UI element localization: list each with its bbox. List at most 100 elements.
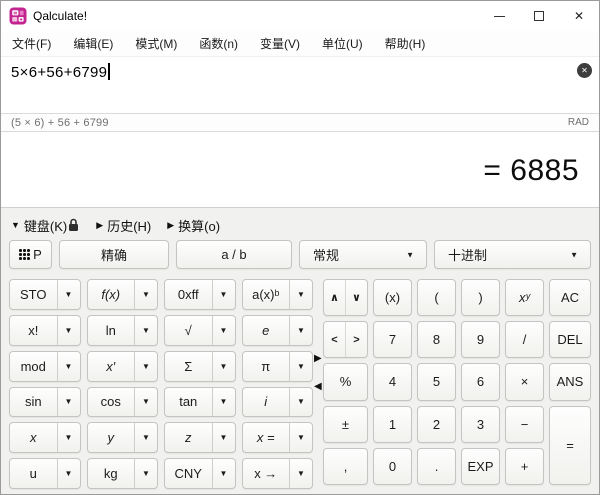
- key-pi[interactable]: π ▼: [241, 350, 313, 382]
- key-paren-open[interactable]: (: [417, 279, 456, 317]
- key-equals[interactable]: =: [549, 405, 591, 485]
- menu-file[interactable]: 文件(F): [1, 31, 62, 57]
- menu-help[interactable]: 帮助(H): [374, 31, 437, 57]
- key-digit-7[interactable]: 7: [373, 321, 412, 359]
- key-imaginary-face[interactable]: i: [243, 388, 290, 417]
- key-digit-2[interactable]: 2: [417, 405, 456, 443]
- key-digit-6[interactable]: 6: [461, 363, 500, 401]
- key-digit-4[interactable]: 4: [373, 363, 412, 401]
- history-toggle[interactable]: ▶ 历史(H): [96, 216, 151, 235]
- panel-expand-right-arrow[interactable]: ▶: [314, 354, 322, 364]
- key-pi-menu-arrow[interactable]: ▼: [289, 351, 312, 381]
- key-ans[interactable]: ANS: [549, 363, 591, 401]
- key-digit-8[interactable]: 8: [417, 321, 456, 359]
- maximize-button[interactable]: [519, 1, 559, 31]
- key-digit-9[interactable]: 9: [461, 321, 500, 359]
- key-ln-menu-arrow[interactable]: ▼: [134, 315, 157, 345]
- key-factorial-face[interactable]: x!: [10, 316, 57, 345]
- key-pi-face[interactable]: π: [243, 352, 290, 381]
- convert-toggle[interactable]: ▶ 换算(o): [167, 216, 220, 235]
- key-hex-menu-arrow[interactable]: ▼: [211, 280, 235, 309]
- close-button[interactable]: ✕: [559, 1, 599, 31]
- key-parenthesize[interactable]: (x): [373, 279, 412, 317]
- angle-mode-indicator[interactable]: RAD: [568, 117, 599, 128]
- key-plus-minus[interactable]: ±: [323, 405, 368, 443]
- key-sum-face[interactable]: Σ: [165, 352, 212, 381]
- key-function[interactable]: f(x) ▼: [86, 279, 158, 310]
- key-sqrt-face[interactable]: √: [165, 316, 212, 345]
- key-comma[interactable]: ,: [323, 447, 368, 485]
- expression-input[interactable]: 5×6+56+6799 ✕: [2, 57, 599, 113]
- exact-mode-button[interactable]: 精确: [59, 240, 169, 269]
- key-e-face[interactable]: e: [243, 316, 290, 345]
- key-ln-face[interactable]: ln: [88, 316, 135, 345]
- key-exp-base[interactable]: a(x)ᵇ ▼: [241, 279, 313, 310]
- key-percent[interactable]: %: [323, 363, 368, 401]
- fraction-mode-button[interactable]: a / b: [176, 240, 292, 269]
- key-multiply[interactable]: ×: [505, 363, 544, 401]
- key-derivative[interactable]: x′ ▼: [86, 350, 158, 382]
- key-power[interactable]: xʸ: [505, 279, 544, 317]
- key-sin[interactable]: sin ▼: [9, 386, 81, 418]
- key-mod[interactable]: mod ▼: [9, 350, 81, 382]
- menu-edit[interactable]: 编辑(E): [62, 31, 124, 57]
- key-var-y-menu-arrow[interactable]: ▼: [134, 423, 157, 453]
- minimize-button[interactable]: [479, 1, 519, 31]
- nav-up-button[interactable]: ∧: [324, 280, 345, 315]
- key-derivative-face[interactable]: x′: [88, 352, 135, 381]
- key-derivative-menu-arrow[interactable]: ▼: [134, 351, 157, 381]
- key-convert-to[interactable]: x → ▼: [241, 458, 313, 489]
- key-sin-menu-arrow[interactable]: ▼: [56, 387, 80, 417]
- clear-input-button[interactable]: ✕: [577, 63, 592, 78]
- key-paren-close[interactable]: ): [461, 279, 500, 317]
- key-digit-0[interactable]: 0: [373, 447, 412, 485]
- key-mod-face[interactable]: mod: [10, 352, 57, 381]
- number-format-dropdown[interactable]: 常规 ▼: [299, 240, 427, 269]
- key-unit-u-face[interactable]: u: [10, 459, 57, 488]
- key-sqrt-menu-arrow[interactable]: ▼: [211, 315, 235, 345]
- key-imaginary[interactable]: i ▼: [241, 386, 313, 418]
- key-currency-cny[interactable]: CNY ▼: [164, 458, 236, 489]
- key-function-menu-arrow[interactable]: ▼: [134, 280, 157, 309]
- key-convert-to-menu-arrow[interactable]: ▼: [289, 459, 312, 488]
- key-divide[interactable]: /: [505, 321, 544, 359]
- number-base-dropdown[interactable]: 十进制 ▼: [434, 240, 591, 269]
- programming-keypad-button[interactable]: P: [9, 240, 52, 269]
- nav-down-button[interactable]: ∨: [345, 280, 367, 316]
- key-decimal-point[interactable]: .: [417, 447, 456, 485]
- menu-units[interactable]: 单位(U): [311, 31, 374, 57]
- key-ac[interactable]: AC: [549, 279, 591, 317]
- key-solve[interactable]: x = ▼: [241, 422, 313, 454]
- key-var-x-menu-arrow[interactable]: ▼: [56, 423, 80, 453]
- key-sto-face[interactable]: STO: [10, 280, 57, 309]
- key-function-face[interactable]: f(x): [88, 280, 135, 309]
- key-digit-5[interactable]: 5: [417, 363, 456, 401]
- key-plus[interactable]: +: [505, 447, 544, 485]
- key-exp-base-menu-arrow[interactable]: ▼: [289, 280, 312, 309]
- key-digit-1[interactable]: 1: [373, 405, 412, 443]
- key-delete[interactable]: DEL: [549, 321, 591, 359]
- keep-above-lock-icon[interactable]: [67, 218, 80, 232]
- key-mod-menu-arrow[interactable]: ▼: [56, 351, 80, 381]
- key-exp[interactable]: EXP: [461, 447, 500, 485]
- key-digit-3[interactable]: 3: [461, 405, 500, 443]
- panel-expand-left-arrow[interactable]: ◀: [314, 382, 322, 392]
- key-unit-kg[interactable]: kg ▼: [86, 458, 158, 489]
- key-sin-face[interactable]: sin: [10, 388, 57, 417]
- key-factorial-menu-arrow[interactable]: ▼: [56, 315, 80, 345]
- key-tan-face[interactable]: tan: [165, 388, 212, 417]
- key-factorial[interactable]: x! ▼: [9, 314, 81, 346]
- key-sum[interactable]: Σ ▼: [164, 350, 236, 382]
- nav-right-button[interactable]: >: [345, 322, 367, 358]
- key-cos-menu-arrow[interactable]: ▼: [134, 387, 157, 417]
- key-hex[interactable]: 0xff ▼: [164, 279, 236, 310]
- key-cos-face[interactable]: cos: [88, 388, 135, 417]
- key-var-z[interactable]: z ▼: [164, 422, 236, 454]
- key-unit-u-menu-arrow[interactable]: ▼: [56, 459, 80, 488]
- key-solve-face[interactable]: x =: [243, 423, 290, 452]
- key-sum-menu-arrow[interactable]: ▼: [211, 351, 235, 381]
- key-currency-cny-menu-arrow[interactable]: ▼: [211, 459, 235, 488]
- keyboard-toggle[interactable]: ▼ 键盘(K): [11, 216, 80, 235]
- key-e-menu-arrow[interactable]: ▼: [289, 315, 312, 345]
- nav-left-button[interactable]: <: [324, 322, 345, 357]
